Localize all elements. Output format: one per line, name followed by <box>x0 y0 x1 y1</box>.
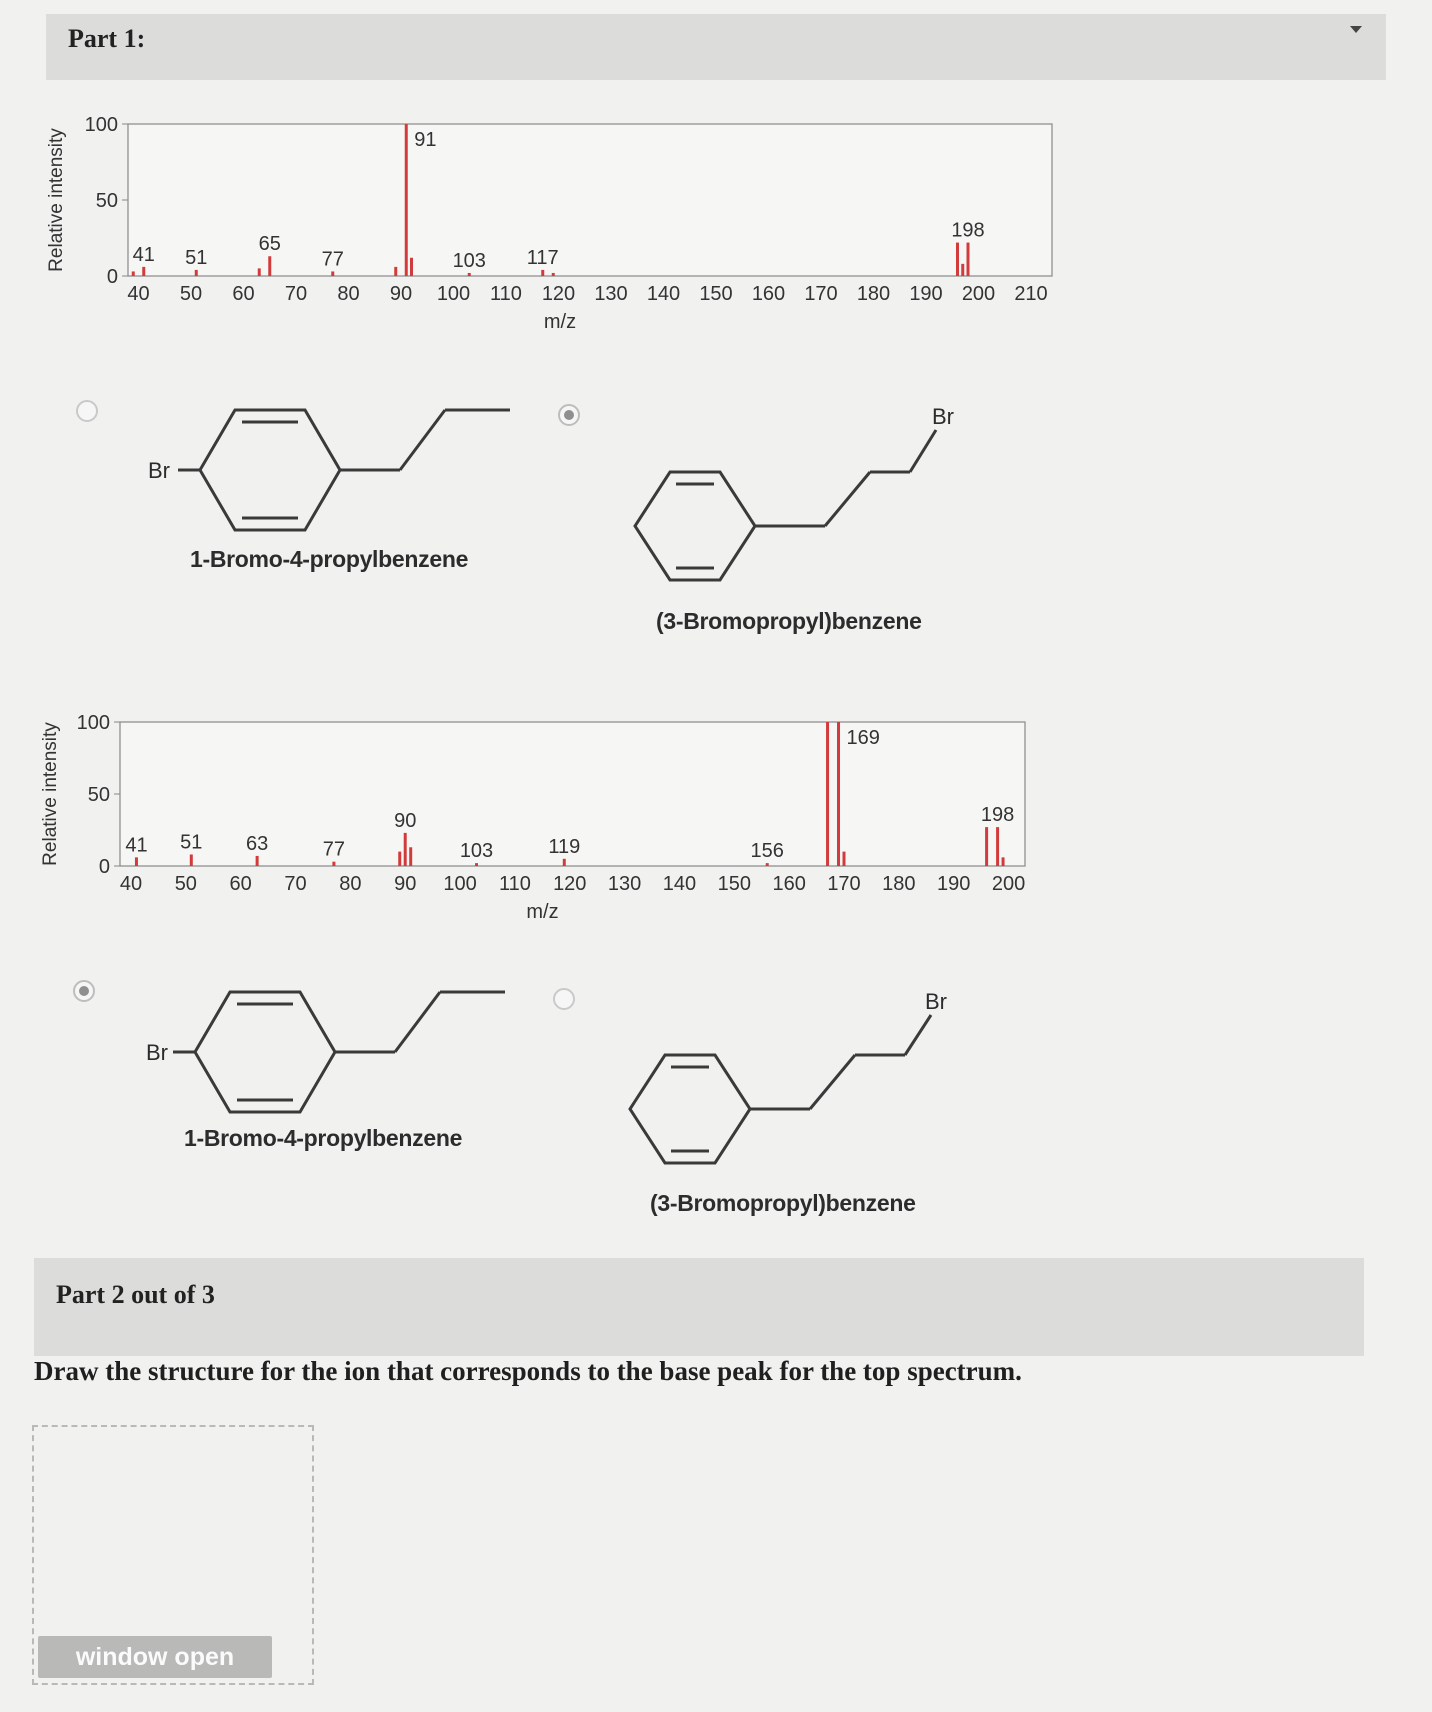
br-label: Br <box>925 989 947 1014</box>
molecule-bottom-1: Br <box>146 990 505 1114</box>
x-tick-label: 180 <box>857 283 890 305</box>
x-tick-label: 120 <box>542 283 575 305</box>
peak-label: 103 <box>453 250 486 272</box>
x-tick-label: 70 <box>284 873 306 895</box>
x-tick-label: 140 <box>663 873 696 895</box>
x-tick-label: 200 <box>962 283 995 305</box>
peak-label: 41 <box>125 834 147 856</box>
x-tick-label: 130 <box>608 873 641 895</box>
option-top-1-radio[interactable] <box>76 400 98 422</box>
br-label: Br <box>146 1040 168 1065</box>
y-tick-label: 0 <box>107 266 118 288</box>
x-tick-label: 80 <box>339 873 361 895</box>
question-text: Draw the structure for the ion that corr… <box>34 1356 1022 1386</box>
part1-title: Part 1: <box>68 24 146 53</box>
peak-label: 90 <box>394 810 416 832</box>
x-tick-label: 80 <box>337 283 359 305</box>
option-bottom-2-radio[interactable] <box>553 988 575 1010</box>
x-tick-label: 60 <box>230 873 252 895</box>
x-tick-label: 140 <box>647 283 680 305</box>
x-axis-label: m/z <box>544 311 576 333</box>
peak-label: 77 <box>323 839 345 861</box>
y-tick-label: 100 <box>85 114 118 136</box>
part2-title: Part 2 out of 3 <box>56 1280 215 1309</box>
peak-label: 91 <box>414 129 436 151</box>
x-tick-label: 40 <box>120 873 142 895</box>
x-tick-label: 150 <box>718 873 751 895</box>
option-bottom-1-label: 1-Bromo-4-propylbenzene <box>184 1125 463 1151</box>
x-tick-label: 90 <box>390 283 412 305</box>
x-tick-label: 180 <box>882 873 915 895</box>
x-tick-label: 40 <box>127 283 149 305</box>
mass-spectrum-bottom: 0 50 100 Relative intensity 40 50 60 70 80 90 100 1… <box>40 712 1026 923</box>
peak-label: 198 <box>951 220 984 242</box>
x-tick-label: 70 <box>285 283 307 305</box>
x-tick-label: 200 <box>992 873 1025 895</box>
x-tick-label: 130 <box>594 283 627 305</box>
peak-label: 63 <box>246 833 268 855</box>
peak-label: 65 <box>259 233 281 255</box>
x-tick-label: 50 <box>180 283 202 305</box>
x-tick-label: 50 <box>175 873 197 895</box>
x-tick-label: 170 <box>827 873 860 895</box>
x-tick-label: 120 <box>553 873 586 895</box>
x-tick-label: 160 <box>752 283 785 305</box>
molecule-top-1: Br <box>148 408 510 532</box>
peak-label: 119 <box>548 836 580 858</box>
x-tick-label: 90 <box>394 873 416 895</box>
peak-label: 51 <box>180 831 202 853</box>
x-tick-label: 150 <box>699 283 732 305</box>
x-tick-label: 110 <box>499 873 531 895</box>
br-label: Br <box>148 458 170 483</box>
x-tick-label: 60 <box>232 283 254 305</box>
peak-label: 169 <box>847 727 880 749</box>
y-axis-label: Relative intensity <box>40 722 61 866</box>
peak-label: 103 <box>460 840 493 862</box>
window-open-button[interactable]: window open <box>38 1636 272 1678</box>
peak-label: 41 <box>133 244 155 266</box>
peak-label: 156 <box>751 840 784 862</box>
x-tick-label: 110 <box>490 283 522 305</box>
y-tick-label: 50 <box>88 784 110 806</box>
molecule-top-2: Br <box>633 404 954 582</box>
peak-label: 51 <box>185 247 207 269</box>
x-tick-label: 190 <box>937 873 970 895</box>
x-tick-label: 210 <box>1014 283 1047 305</box>
option-top-2-label: (3-Bromopropyl)benzene <box>656 608 922 634</box>
peak-label: 77 <box>322 248 344 270</box>
y-axis-label: Relative intensity <box>46 128 67 272</box>
br-label: Br <box>932 404 954 429</box>
peak-label: 198 <box>981 804 1014 826</box>
molecule-bottom-2: Br <box>628 989 947 1165</box>
y-tick-label: 0 <box>99 856 110 878</box>
option-bottom-1-radio[interactable] <box>73 980 95 1002</box>
x-tick-label: 100 <box>443 873 476 895</box>
x-tick-label: 170 <box>804 283 837 305</box>
option-top-1-label: 1-Bromo-4-propylbenzene <box>190 546 469 572</box>
part2-header-bar <box>34 1258 1364 1356</box>
option-bottom-2-label: (3-Bromopropyl)benzene <box>650 1190 916 1216</box>
x-tick-label: 160 <box>772 873 805 895</box>
option-top-2-radio[interactable] <box>558 404 580 426</box>
y-tick-label: 100 <box>77 712 110 734</box>
x-tick-label: 190 <box>909 283 942 305</box>
mass-spectrum-top: 0 50 100 Relative intensity 40 50 60 70 80 90 100 1… <box>46 114 1053 333</box>
x-tick-label: 100 <box>437 283 470 305</box>
x-axis-label: m/z <box>526 901 558 923</box>
chevron-down-icon[interactable] <box>1350 26 1362 33</box>
peak-label: 117 <box>527 247 559 269</box>
part1-header-bar <box>46 14 1386 80</box>
y-tick-label: 50 <box>96 190 118 212</box>
